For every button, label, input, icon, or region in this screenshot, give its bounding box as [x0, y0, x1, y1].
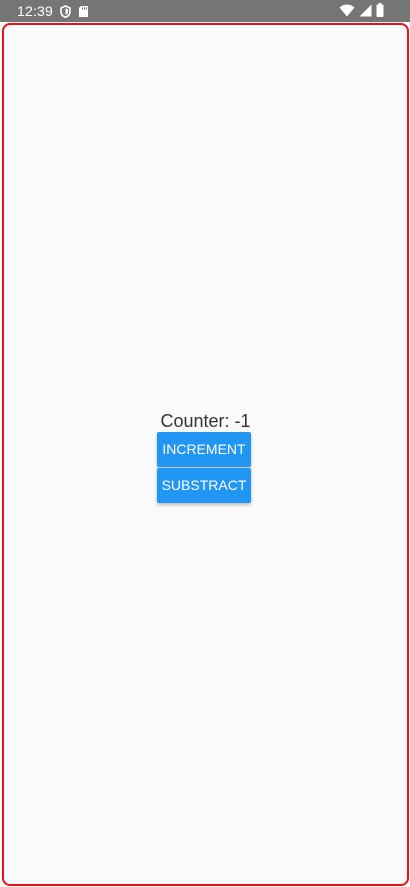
app-frame: Counter: -1 INCREMENT SUBSTRACT: [2, 23, 409, 886]
status-right: [339, 3, 384, 17]
increment-button[interactable]: INCREMENT: [157, 432, 251, 467]
counter-label: Counter: -1: [160, 411, 251, 431]
status-left: 12:39: [17, 3, 89, 19]
battery-icon: [376, 3, 384, 17]
sd-card-icon: [78, 5, 89, 18]
status-time: 12:39: [17, 3, 54, 19]
cell-signal-icon: [359, 4, 372, 17]
subtract-button[interactable]: SUBSTRACT: [157, 468, 251, 503]
status-bar: 12:39: [0, 0, 410, 22]
main-content: Counter: -1 INCREMENT SUBSTRACT: [4, 25, 407, 884]
shield-icon: [60, 4, 71, 18]
wifi-icon: [339, 4, 355, 17]
